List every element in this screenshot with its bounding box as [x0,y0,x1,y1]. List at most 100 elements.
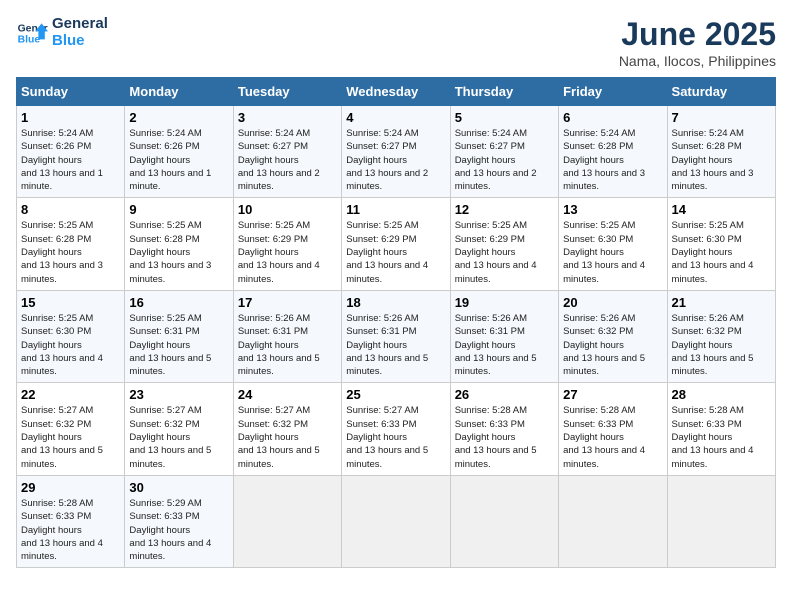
day-info: Sunrise: 5:26 AM Sunset: 6:32 PM Dayligh… [672,312,771,378]
day-number: 19 [455,295,554,310]
calendar-day-3: 3 Sunrise: 5:24 AM Sunset: 6:27 PM Dayli… [233,106,341,198]
daylight-label: Daylight hours [455,247,516,258]
day-info: Sunrise: 5:24 AM Sunset: 6:26 PM Dayligh… [21,127,120,193]
calendar-day-30: 30 Sunrise: 5:29 AM Sunset: 6:33 PM Dayl… [125,475,233,567]
calendar-day-19: 19 Sunrise: 5:26 AM Sunset: 6:31 PM Dayl… [450,290,558,382]
header-tuesday: Tuesday [233,78,341,106]
sunset-label: Sunset: 6:30 PM [672,234,742,245]
sunset-label: Sunset: 6:29 PM [238,234,308,245]
sunrise-label: Sunrise: 5:25 AM [672,220,744,231]
sunrise-label: Sunrise: 5:28 AM [672,405,744,416]
calendar-day-25: 25 Sunrise: 5:27 AM Sunset: 6:33 PM Dayl… [342,383,450,475]
daylight-value: and 13 hours and 3 minutes. [129,260,211,284]
day-info: Sunrise: 5:26 AM Sunset: 6:31 PM Dayligh… [346,312,445,378]
day-number: 26 [455,387,554,402]
daylight-value: and 13 hours and 2 minutes. [346,168,428,192]
daylight-value: and 13 hours and 4 minutes. [238,260,320,284]
calendar-day-12: 12 Sunrise: 5:25 AM Sunset: 6:29 PM Dayl… [450,198,558,290]
calendar-row: 1 Sunrise: 5:24 AM Sunset: 6:26 PM Dayli… [17,106,776,198]
empty-cell [667,475,775,567]
sunset-label: Sunset: 6:32 PM [21,419,91,430]
calendar-day-29: 29 Sunrise: 5:28 AM Sunset: 6:33 PM Dayl… [17,475,125,567]
sunrise-label: Sunrise: 5:26 AM [672,313,744,324]
daylight-label: Daylight hours [21,432,82,443]
daylight-label: Daylight hours [129,340,190,351]
day-info: Sunrise: 5:25 AM Sunset: 6:29 PM Dayligh… [238,219,337,285]
daylight-label: Daylight hours [21,247,82,258]
calendar-day-16: 16 Sunrise: 5:25 AM Sunset: 6:31 PM Dayl… [125,290,233,382]
daylight-value: and 13 hours and 5 minutes. [563,353,645,377]
sunset-label: Sunset: 6:33 PM [455,419,525,430]
sunrise-label: Sunrise: 5:26 AM [238,313,310,324]
sunrise-label: Sunrise: 5:24 AM [21,128,93,139]
calendar-day-8: 8 Sunrise: 5:25 AM Sunset: 6:28 PM Dayli… [17,198,125,290]
sunset-label: Sunset: 6:31 PM [455,326,525,337]
daylight-label: Daylight hours [455,155,516,166]
calendar-day-14: 14 Sunrise: 5:25 AM Sunset: 6:30 PM Dayl… [667,198,775,290]
empty-cell [559,475,667,567]
daylight-value: and 13 hours and 5 minutes. [346,353,428,377]
sunset-label: Sunset: 6:27 PM [346,141,416,152]
daylight-value: and 13 hours and 1 minute. [129,168,211,192]
empty-cell [233,475,341,567]
daylight-label: Daylight hours [346,340,407,351]
daylight-value: and 13 hours and 5 minutes. [238,353,320,377]
day-number: 24 [238,387,337,402]
day-number: 3 [238,110,337,125]
daylight-label: Daylight hours [238,432,299,443]
sunset-label: Sunset: 6:32 PM [238,419,308,430]
daylight-label: Daylight hours [672,340,733,351]
daylight-value: and 13 hours and 4 minutes. [455,260,537,284]
sunrise-label: Sunrise: 5:27 AM [238,405,310,416]
sunset-label: Sunset: 6:33 PM [129,511,199,522]
daylight-value: and 13 hours and 3 minutes. [672,168,754,192]
day-number: 18 [346,295,445,310]
daylight-label: Daylight hours [672,247,733,258]
daylight-label: Daylight hours [455,340,516,351]
day-number: 7 [672,110,771,125]
sunrise-label: Sunrise: 5:28 AM [455,405,527,416]
sunrise-label: Sunrise: 5:25 AM [129,220,201,231]
daylight-label: Daylight hours [672,432,733,443]
day-number: 20 [563,295,662,310]
sunrise-label: Sunrise: 5:29 AM [129,498,201,509]
header-wednesday: Wednesday [342,78,450,106]
subtitle: Nama, Ilocos, Philippines [619,53,776,69]
day-number: 10 [238,202,337,217]
calendar-day-21: 21 Sunrise: 5:26 AM Sunset: 6:32 PM Dayl… [667,290,775,382]
day-info: Sunrise: 5:28 AM Sunset: 6:33 PM Dayligh… [455,404,554,470]
daylight-label: Daylight hours [563,155,624,166]
daylight-value: and 13 hours and 5 minutes. [129,445,211,469]
day-number: 12 [455,202,554,217]
sunrise-label: Sunrise: 5:24 AM [672,128,744,139]
header-friday: Friday [559,78,667,106]
daylight-value: and 13 hours and 2 minutes. [238,168,320,192]
day-info: Sunrise: 5:24 AM Sunset: 6:26 PM Dayligh… [129,127,228,193]
daylight-label: Daylight hours [21,525,82,536]
sunset-label: Sunset: 6:32 PM [129,419,199,430]
day-number: 21 [672,295,771,310]
sunset-label: Sunset: 6:28 PM [672,141,742,152]
day-info: Sunrise: 5:27 AM Sunset: 6:33 PM Dayligh… [346,404,445,470]
sunrise-label: Sunrise: 5:25 AM [21,313,93,324]
day-number: 4 [346,110,445,125]
sunset-label: Sunset: 6:33 PM [563,419,633,430]
calendar-day-23: 23 Sunrise: 5:27 AM Sunset: 6:32 PM Dayl… [125,383,233,475]
day-info: Sunrise: 5:25 AM Sunset: 6:30 PM Dayligh… [563,219,662,285]
day-info: Sunrise: 5:25 AM Sunset: 6:31 PM Dayligh… [129,312,228,378]
day-info: Sunrise: 5:25 AM Sunset: 6:29 PM Dayligh… [346,219,445,285]
calendar-day-27: 27 Sunrise: 5:28 AM Sunset: 6:33 PM Dayl… [559,383,667,475]
daylight-label: Daylight hours [129,155,190,166]
daylight-label: Daylight hours [21,340,82,351]
sunrise-label: Sunrise: 5:24 AM [129,128,201,139]
sunset-label: Sunset: 6:32 PM [563,326,633,337]
daylight-value: and 13 hours and 4 minutes. [21,538,103,562]
calendar-day-7: 7 Sunrise: 5:24 AM Sunset: 6:28 PM Dayli… [667,106,775,198]
svg-text:Blue: Blue [18,34,41,45]
day-info: Sunrise: 5:25 AM Sunset: 6:28 PM Dayligh… [129,219,228,285]
daylight-value: and 13 hours and 4 minutes. [563,445,645,469]
day-number: 1 [21,110,120,125]
sunrise-label: Sunrise: 5:26 AM [563,313,635,324]
daylight-value: and 13 hours and 4 minutes. [563,260,645,284]
header-thursday: Thursday [450,78,558,106]
